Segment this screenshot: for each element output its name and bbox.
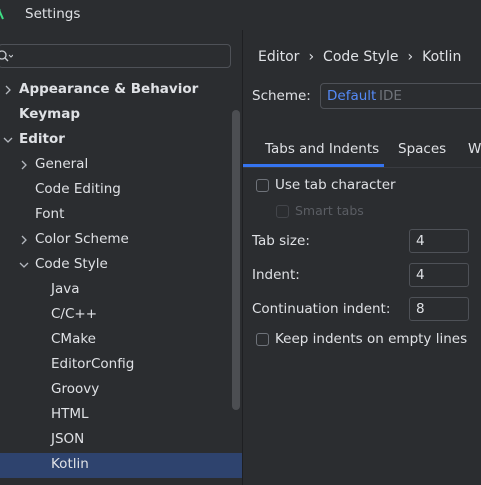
scheme-name: Default [327,88,377,104]
tab-wrapping[interactable]: W [468,141,481,157]
tree-item-label: Groovy [51,381,100,397]
tree-item-json[interactable]: JSON [0,428,242,453]
chevron-right-icon[interactable] [2,84,14,96]
settings-content: Editor › Code Style › Kotlin Scheme: Default… [243,30,481,485]
smart-tabs-label: Smart tabs [295,203,364,218]
android-studio-icon [0,8,4,20]
breadcrumb-item-kotlin: Kotlin [422,49,462,65]
settings-search-input[interactable] [0,44,231,68]
smart-tabs-checkbox [276,205,289,218]
breadcrumb: Editor › Code Style › Kotlin [258,49,461,65]
tree-item-cmake[interactable]: CMake [0,328,242,353]
use-tab-character-checkbox[interactable] [256,179,269,192]
tree-item-label: Font [35,206,65,222]
chevron-down-icon[interactable] [18,259,30,271]
breadcrumb-item-editor[interactable]: Editor [258,49,299,65]
tree-item-color-scheme[interactable]: Color Scheme [0,228,242,253]
tab-bar: Tabs and Indents Spaces W [243,138,481,167]
indent-label: Indent: [252,267,300,283]
tree-item-label: Keymap [19,106,81,122]
tree-item-keymap[interactable]: Keymap [0,103,242,128]
breadcrumb-separator-icon: › [308,49,315,65]
tree-item-code-style[interactable]: Code Style [0,253,242,278]
use-tab-character-label: Use tab character [275,177,396,193]
tree-item-editor[interactable]: Editor [0,128,242,153]
tree-item-html[interactable]: HTML [0,403,242,428]
tree-item-appearance-behavior[interactable]: Appearance & Behavior [0,78,242,103]
chevron-right-icon[interactable] [18,234,30,246]
tree-item-kotlin[interactable]: Kotlin [0,453,242,478]
tree-item-label: HTML [51,406,89,422]
tree-item-label: CMake [51,331,96,347]
tree-item-groovy[interactable]: Groovy [0,378,242,403]
tree-item-code-editing[interactable]: Code Editing [0,178,242,203]
tree-item-c-cpp[interactable]: C/C++ [0,303,242,328]
tree-item-label: Color Scheme [35,231,129,247]
tree-item-label: C/C++ [51,306,98,322]
keep-indents-empty-lines-label: Keep indents on empty lines [275,331,468,347]
continuation-indent-label: Continuation indent: [252,301,391,317]
tab-spaces[interactable]: Spaces [398,141,446,157]
tree-item-general[interactable]: General [0,153,242,178]
tree-item-label: Appearance & Behavior [19,81,199,97]
sidebar-scrollbar[interactable] [232,110,240,410]
tree-item-label: EditorConfig [51,356,135,372]
tree-item-label: Editor [19,131,65,147]
window-title: Settings [25,6,81,22]
tab-tabs-and-indents[interactable]: Tabs and Indents [265,141,379,157]
tree-item-editorconfig[interactable]: EditorConfig [0,353,242,378]
tabs-divider [243,167,481,168]
indent-input[interactable] [409,263,469,287]
keep-indents-empty-lines-checkbox[interactable] [256,333,269,346]
chevron-down-icon[interactable] [2,134,14,146]
continuation-indent-input[interactable] [409,297,469,321]
title-bar: Settings [0,0,481,30]
tree-item-label: Kotlin [51,456,89,472]
tree-item-label: Java [51,281,80,297]
tree-item-label: General [35,156,89,172]
scheme-type: IDE [379,88,402,104]
breadcrumb-separator-icon: › [407,49,414,65]
tree-item-font[interactable]: Font [0,203,242,228]
tree-item-label: JSON [51,431,85,447]
tab-size-input[interactable] [409,229,469,253]
settings-sidebar: Appearance & Behavior Keymap Editor Gene… [0,30,242,485]
tab-size-label: Tab size: [252,233,310,249]
scheme-dropdown[interactable]: Default IDE [320,83,481,109]
search-icon [0,50,13,62]
chevron-right-icon[interactable] [18,159,30,171]
breadcrumb-item-code-style[interactable]: Code Style [323,49,398,65]
tree-item-label: Code Editing [35,181,121,197]
tree-item-java[interactable]: Java [0,278,242,303]
scheme-label: Scheme: [252,88,311,104]
tree-item-label: Code Style [35,256,108,272]
